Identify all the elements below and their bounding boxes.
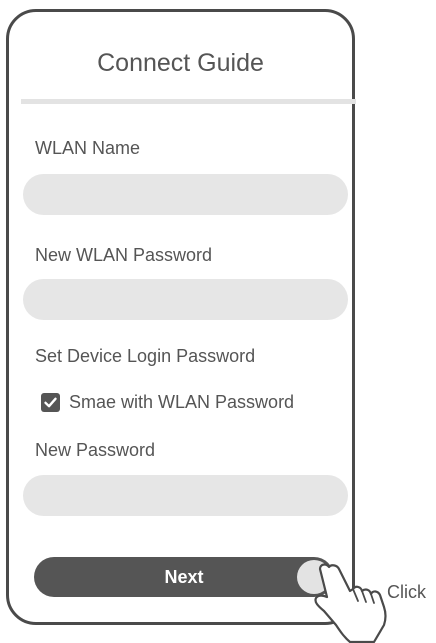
wlan-name-label: WLAN Name xyxy=(35,138,141,158)
wlan-password-input[interactable] xyxy=(23,279,348,320)
phone-frame: Connect Guide WLAN Name New WLAN Passwor… xyxy=(6,9,356,625)
new-password-label: New Password xyxy=(35,440,156,460)
same-as-wlan-checkbox[interactable] xyxy=(41,392,60,412)
wlan-password-label: New WLAN Password xyxy=(35,245,213,265)
new-password-input[interactable] xyxy=(23,475,348,516)
click-annotation: Click xyxy=(387,582,426,602)
same-as-wlan-label: Smae with WLAN Password xyxy=(69,391,295,412)
checkmark-icon xyxy=(44,397,57,407)
title-divider xyxy=(21,99,356,104)
next-button-label: Next xyxy=(164,566,204,587)
same-as-wlan-row[interactable]: Smae with WLAN Password xyxy=(41,390,294,414)
stage: Connect Guide WLAN Name New WLAN Passwor… xyxy=(0,0,436,643)
next-button[interactable]: Next xyxy=(34,557,334,597)
wlan-name-input[interactable] xyxy=(23,174,348,215)
device-login-password-label: Set Device Login Password xyxy=(35,346,256,366)
pointing-hand-icon xyxy=(314,563,387,643)
page-title: Connect Guide xyxy=(97,49,264,77)
